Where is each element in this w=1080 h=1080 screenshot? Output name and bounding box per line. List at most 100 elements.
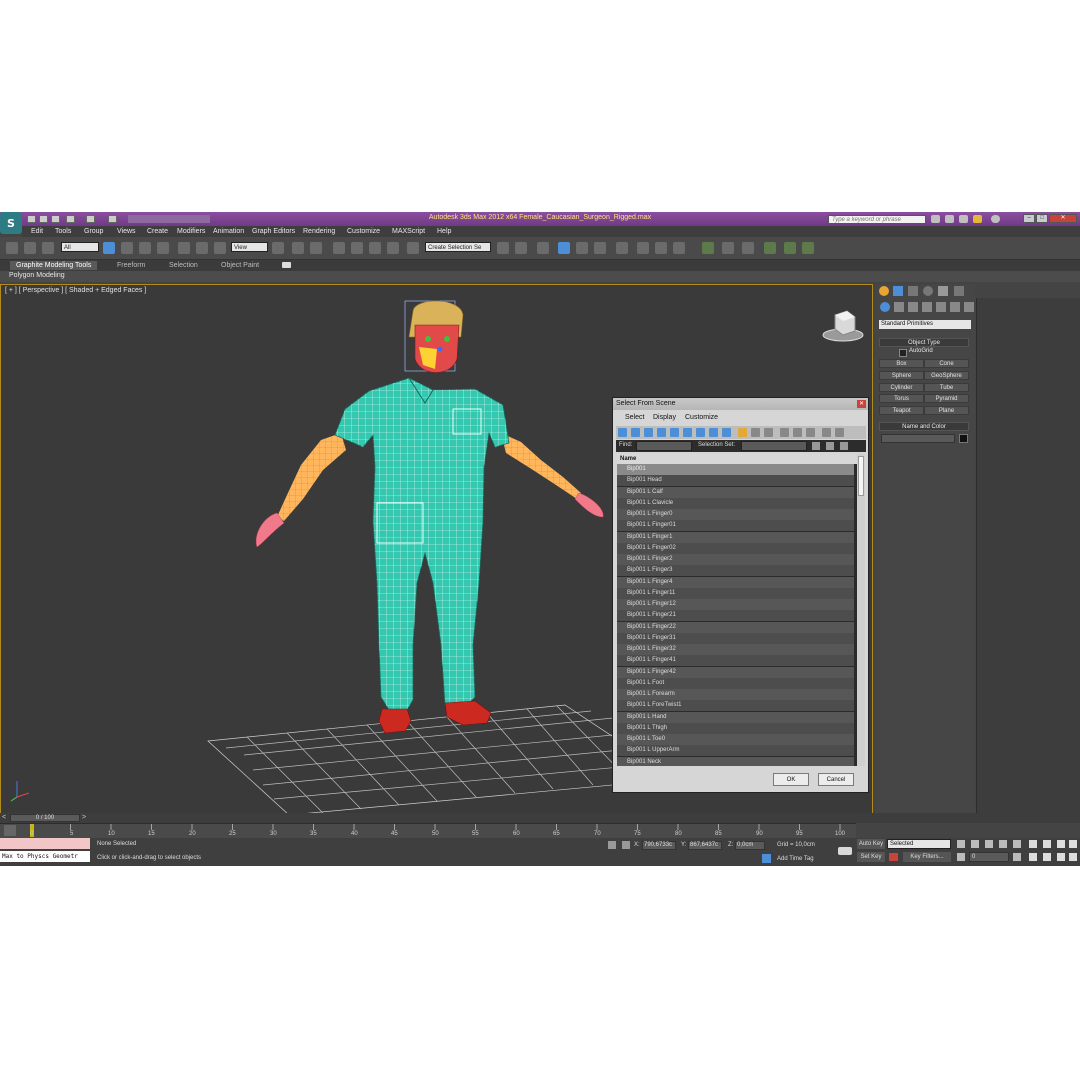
tab-object-paint[interactable]: Object Paint — [221, 261, 259, 270]
minimize-button[interactable]: – — [1023, 214, 1035, 223]
project-folder-icon[interactable] — [108, 215, 117, 223]
search-input[interactable]: Type a keyword or phrase — [828, 215, 926, 224]
maxscript-listener-input[interactable]: Max to Physcs Geometr — [0, 851, 90, 862]
filter-xrefs-icon[interactable] — [709, 428, 718, 437]
list-item[interactable]: Bip001 L Finger41 — [617, 655, 854, 667]
open-file-icon[interactable] — [39, 215, 48, 223]
time-config-icon[interactable] — [1013, 853, 1021, 861]
motion-tab-icon[interactable] — [923, 286, 933, 296]
add-time-tag[interactable]: Add Time Tag — [777, 856, 814, 862]
select-invert-icon[interactable] — [806, 428, 815, 437]
list-item[interactable]: Bip001 L Finger31 — [617, 632, 854, 644]
select-object-icon[interactable] — [103, 242, 115, 254]
list-item[interactable]: Bip001 L Finger12 — [617, 599, 854, 610]
play-icon[interactable] — [985, 840, 993, 848]
menu-group[interactable]: Group — [84, 228, 103, 235]
tab-graphite-modeling-tools[interactable]: Graphite Modeling Tools — [10, 261, 98, 270]
display-invert-icon[interactable] — [764, 428, 773, 437]
zoom-icon[interactable] — [1029, 840, 1037, 848]
selection-filter-dropdown[interactable]: All — [61, 242, 99, 252]
object-name-input[interactable] — [881, 434, 955, 443]
curve-editor-icon[interactable] — [576, 242, 588, 254]
tab-selection[interactable]: Selection — [169, 261, 198, 270]
zoom-extents-icon[interactable] — [1057, 840, 1065, 848]
pan-icon[interactable] — [1043, 853, 1051, 861]
help-icon[interactable] — [991, 215, 1000, 223]
move-icon[interactable] — [178, 242, 190, 254]
tube-button[interactable]: Tube — [924, 383, 969, 392]
list-item[interactable]: Bip001 L Finger1 — [617, 531, 854, 543]
filter-helpers-icon[interactable] — [670, 428, 679, 437]
goto-end-icon[interactable] — [1013, 840, 1021, 848]
sphere-button[interactable]: Sphere — [879, 371, 924, 380]
script-icon-3[interactable] — [742, 242, 754, 254]
x-coordinate-field[interactable]: 790,6733c — [642, 841, 676, 850]
display-tab-icon[interactable] — [938, 286, 948, 296]
pyramid-button[interactable]: Pyramid — [924, 394, 969, 403]
filter-geometry-icon[interactable] — [618, 428, 627, 437]
name-and-color-rollout[interactable]: Name and Color — [879, 422, 969, 431]
script-icon-6[interactable] — [802, 242, 814, 254]
systems-icon[interactable] — [964, 302, 974, 312]
maxscript-listener-top[interactable] — [0, 838, 90, 849]
key-mode-toggle-icon[interactable] — [957, 853, 965, 861]
material-editor-icon[interactable] — [616, 242, 628, 254]
list-item[interactable]: Bip001 L Toe0 — [617, 734, 854, 745]
list-item[interactable]: Bip001 L Foot — [617, 677, 854, 689]
spacewarps-icon[interactable] — [950, 302, 960, 312]
edit-named-selection-icon[interactable] — [407, 242, 419, 254]
list-item[interactable]: Bip001 L Finger0 — [617, 509, 854, 520]
object-color-swatch[interactable] — [959, 434, 968, 443]
script-icon-5[interactable] — [784, 242, 796, 254]
time-prev-icon[interactable]: < — [2, 814, 6, 821]
ribbon-options-icon[interactable] — [282, 262, 291, 268]
filter-shapes-icon[interactable] — [631, 428, 640, 437]
select-none-icon[interactable] — [793, 428, 802, 437]
mini-curve-editor-icon[interactable] — [4, 825, 16, 836]
save-file-icon[interactable] — [51, 215, 60, 223]
create-tab-icon[interactable] — [879, 286, 889, 296]
shapes-icon[interactable] — [894, 302, 904, 312]
list-item[interactable]: Bip001 L Calf — [617, 486, 854, 498]
menu-rendering[interactable]: Rendering — [303, 228, 335, 235]
graphite-toggle-icon[interactable] — [558, 242, 570, 254]
schematic-view-icon[interactable] — [594, 242, 606, 254]
menu-graph-editors[interactable]: Graph Editors — [252, 228, 295, 235]
lights-icon[interactable] — [908, 302, 918, 312]
remove-selection-set-icon[interactable] — [826, 442, 834, 450]
list-item[interactable]: Bip001 L Finger21 — [617, 610, 854, 622]
list-item[interactable]: Bip001 L Finger2 — [617, 554, 854, 565]
maximize-button[interactable]: □ — [1036, 214, 1048, 223]
field-of-view-icon[interactable] — [1029, 853, 1037, 861]
goto-start-icon[interactable] — [957, 840, 965, 848]
unlink-icon[interactable] — [24, 242, 36, 254]
time-next-icon[interactable]: > — [82, 814, 86, 821]
utilities-tab-icon[interactable] — [954, 286, 964, 296]
filter-cameras-icon[interactable] — [657, 428, 666, 437]
menu-tools[interactable]: Tools — [55, 228, 71, 235]
script-icon-1[interactable] — [702, 242, 714, 254]
window-crossing-icon[interactable] — [157, 242, 169, 254]
list-scrollbar[interactable] — [857, 454, 865, 766]
helpers-icon[interactable] — [936, 302, 946, 312]
display-none-icon[interactable] — [751, 428, 760, 437]
key-mode-dropdown[interactable]: Selected — [887, 839, 951, 849]
list-item[interactable]: Bip001 L Finger02 — [617, 542, 854, 554]
binoculars-icon[interactable] — [931, 215, 940, 223]
menu-edit[interactable]: Edit — [31, 228, 43, 235]
filter-spacewarps-icon[interactable] — [683, 428, 692, 437]
name-column-header[interactable]: Name — [617, 454, 858, 464]
scrollbar-thumb[interactable] — [858, 456, 864, 496]
geosphere-button[interactable]: GeoSphere — [924, 371, 969, 380]
selection-set-dropdown[interactable] — [741, 441, 807, 451]
tab-freeform[interactable]: Freeform — [117, 261, 145, 270]
menu-views[interactable]: Views — [117, 228, 136, 235]
dialog-menu-display[interactable]: Display — [653, 412, 676, 423]
list-item[interactable]: Bip001 Neck — [617, 756, 854, 766]
filter-lights-icon[interactable] — [644, 428, 653, 437]
tab-polygon-modeling[interactable]: Polygon Modeling — [9, 272, 65, 279]
track-bar[interactable]: 0 5 10 15 20 25 30 35 40 45 50 55 60 65 … — [0, 823, 856, 838]
list-item[interactable]: Bip001 L Hand — [617, 711, 854, 723]
menu-create[interactable]: Create — [147, 228, 168, 235]
redo-icon[interactable] — [86, 215, 95, 223]
